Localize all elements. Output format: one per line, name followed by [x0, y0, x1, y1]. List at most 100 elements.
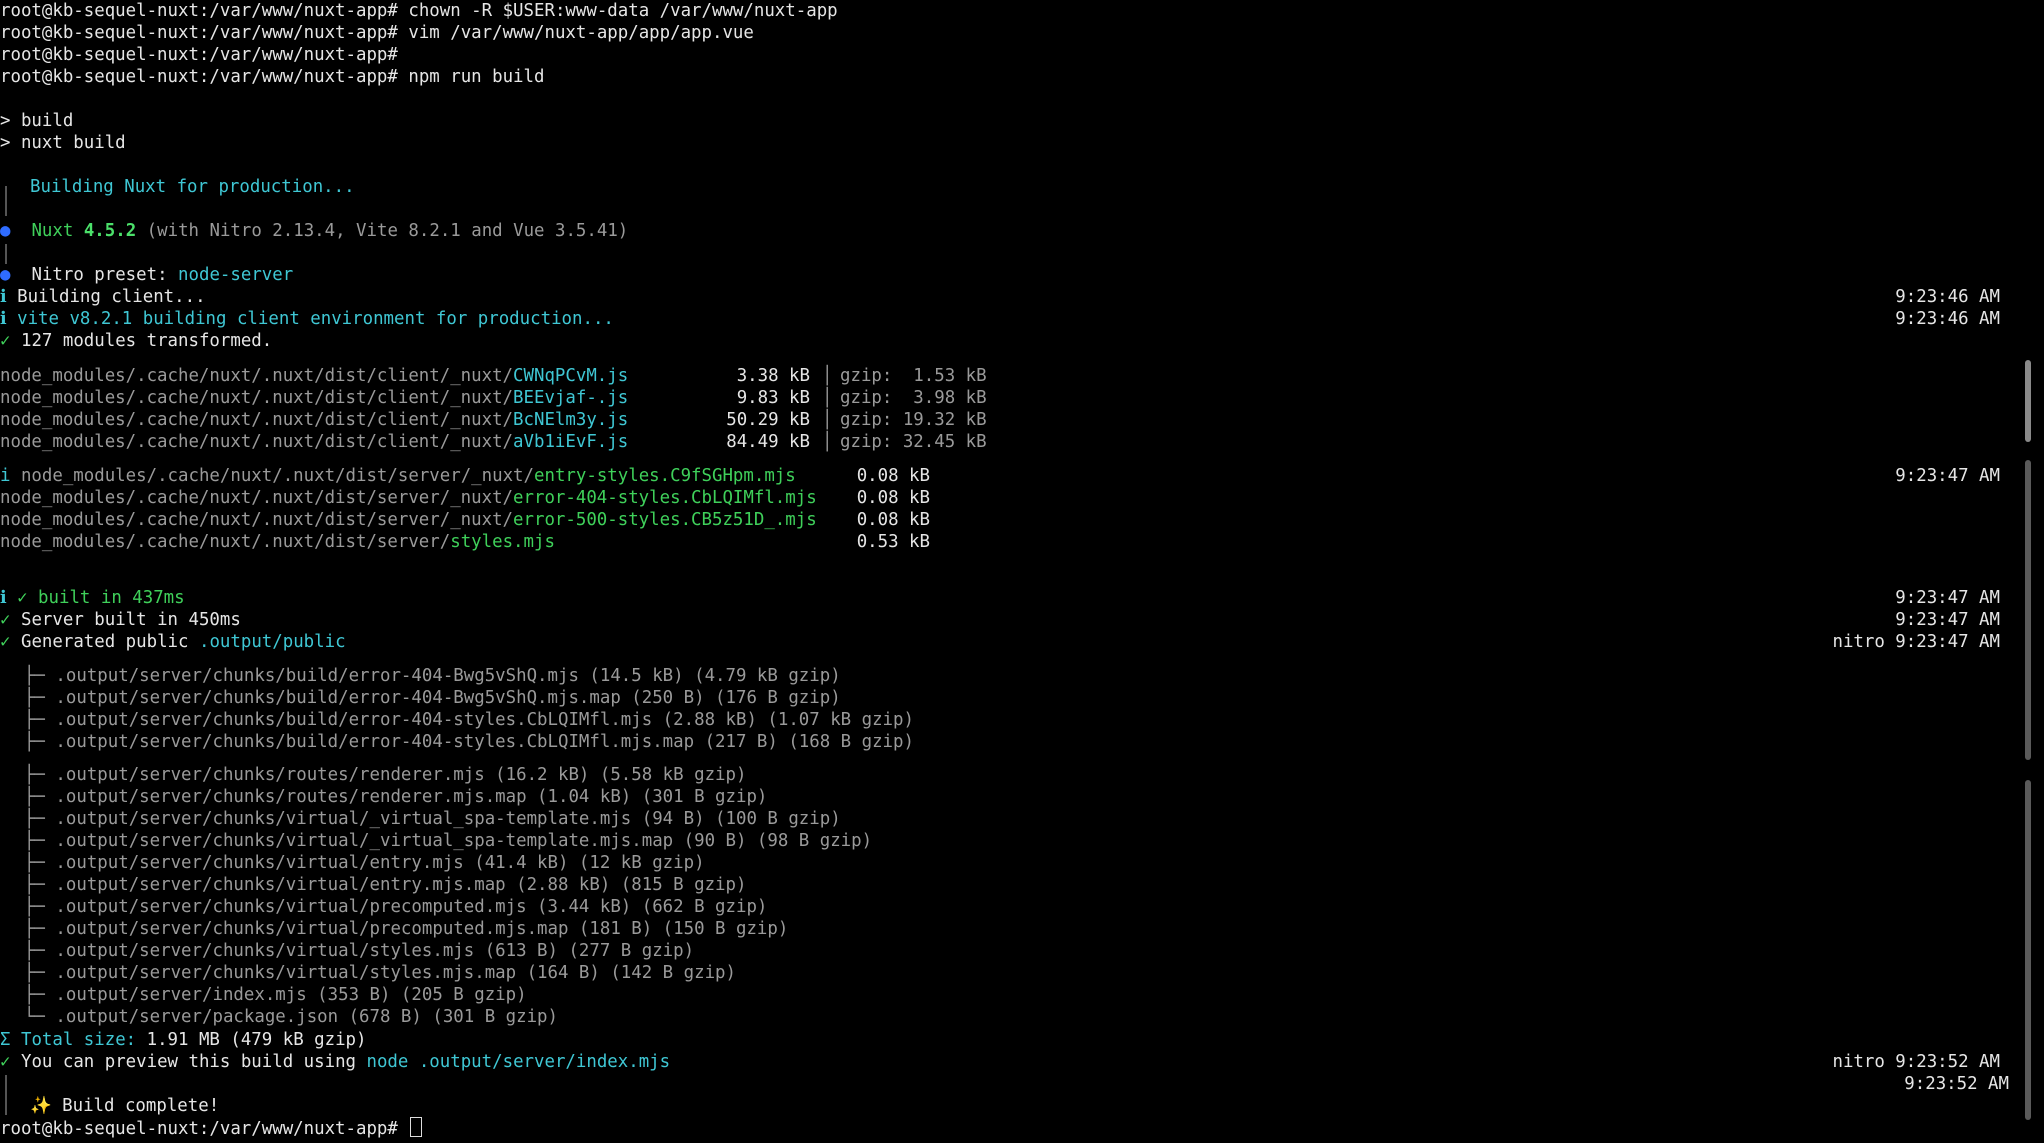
output-file-row: ├─ .output/server/chunks/build/error-404…	[24, 732, 914, 752]
prompt: root@kb-sequel-nuxt:/var/www/nuxt-app#	[0, 1119, 398, 1139]
gzip-size: gzip: 32.45 kB	[840, 432, 987, 452]
output-file-row: ├─ .output/server/chunks/virtual/precomp…	[24, 897, 768, 917]
tree-branch: ├─	[24, 809, 56, 829]
column-separator: │	[822, 432, 833, 452]
command-text: chown -R $USER:www-data /var/www/nuxt-ap…	[408, 1, 838, 21]
terminal-window[interactable]: root@kb-sequel-nuxt:/var/www/nuxt-app# c…	[0, 0, 2034, 1143]
check-icon: ✓	[0, 632, 11, 652]
server-built-line: ✓ Server built in 450ms	[0, 610, 241, 630]
timestamp: 9:23:47 AM	[1895, 588, 2000, 608]
built-line: ℹ ✓ built in 437ms	[0, 588, 185, 608]
timestamp: nitro 9:23:52 AM	[1832, 1052, 2000, 1072]
file-size: 9.83 kB	[736, 388, 810, 408]
output-file-row: ├─ .output/server/chunks/virtual/precomp…	[24, 919, 789, 939]
gzip-size: gzip: 19.32 kB	[840, 410, 987, 430]
nitro-preset-line: ● Nitro preset: node-server	[0, 265, 294, 285]
output-file-row: └─ .output/server/package.json (678 B) (…	[24, 1007, 558, 1027]
output-file-row: ├─ .output/server/chunks/routes/renderer…	[24, 765, 747, 785]
scrollbar-thumb[interactable]	[2025, 360, 2031, 442]
bullet-icon: ●	[0, 265, 11, 285]
command-line: root@kb-sequel-nuxt:/var/www/nuxt-app# n…	[0, 66, 544, 88]
modules-line: ✓ 127 modules transformed.	[0, 331, 273, 351]
column-separator: │	[822, 366, 833, 386]
tree-branch: ├─	[24, 985, 56, 1005]
sigma-icon: Σ	[0, 1030, 11, 1050]
active-prompt-line[interactable]: root@kb-sequel-nuxt:/var/www/nuxt-app#	[0, 1117, 423, 1139]
output-file-row: ├─ .output/server/chunks/virtual/entry.m…	[24, 875, 747, 895]
gzip-size: gzip: 1.53 kB	[840, 366, 987, 386]
npm-script-line: > build	[0, 111, 74, 131]
generated-line: ✓ Generated public .output/public	[0, 632, 346, 652]
info-icon: ℹ	[0, 287, 7, 307]
tree-branch: ├─	[24, 688, 56, 708]
tree-branch: ├─	[24, 941, 56, 961]
scrollbar-thumb[interactable]	[2025, 460, 2031, 760]
timestamp: 9:23:52 AM	[1904, 1074, 2009, 1094]
tree-branch: ├─	[24, 787, 56, 807]
gzip-size: gzip: 3.98 kB	[840, 388, 987, 408]
vite-line: ℹ vite v8.2.1 building client environmen…	[0, 309, 614, 329]
check-icon: ✓	[0, 331, 11, 351]
output-file-row: ├─ .output/server/chunks/virtual/styles.…	[24, 941, 695, 961]
check-icon: ✓	[0, 610, 11, 630]
info-icon: ℹ	[0, 309, 7, 329]
tree-branch: ├─	[24, 666, 56, 686]
timestamp: 9:23:46 AM	[1895, 309, 2000, 329]
tree-guide	[5, 186, 7, 216]
file-size: 0.53 kB	[856, 532, 930, 552]
prompt: root@kb-sequel-nuxt:/var/www/nuxt-app#	[0, 1, 398, 21]
column-separator: │	[822, 410, 833, 430]
output-file-row: ├─ .output/server/index.mjs (353 B) (205…	[24, 985, 527, 1005]
timestamp: nitro 9:23:47 AM	[1832, 632, 2000, 652]
timestamp: 9:23:47 AM	[1895, 610, 2000, 630]
tree-branch: └─	[24, 1007, 56, 1027]
tree-branch: ├─	[24, 963, 56, 983]
command-line: root@kb-sequel-nuxt:/var/www/nuxt-app#	[0, 44, 408, 66]
file-size: 0.08 kB	[856, 488, 930, 508]
output-file-row: ├─ .output/server/chunks/virtual/entry.m…	[24, 853, 705, 873]
tree-guide	[5, 244, 7, 264]
nuxt-version-line: ● Nuxt 4.5.2 (with Nitro 2.13.4, Vite 8.…	[0, 221, 629, 241]
output-file-row: ├─ .output/server/chunks/routes/renderer…	[24, 787, 768, 807]
output-file-row: ├─ .output/server/chunks/build/error-404…	[24, 688, 841, 708]
command-text: vim /var/www/nuxt-app/app/app.vue	[408, 23, 754, 43]
output-file-row: ├─ .output/server/chunks/virtual/styles.…	[24, 963, 736, 983]
timestamp: 9:23:46 AM	[1895, 287, 2000, 307]
tree-branch: ├─	[24, 897, 56, 917]
file-size: 50.29 kB	[726, 410, 810, 430]
info-icon: ℹ	[0, 588, 7, 608]
scrollbar-thumb[interactable]	[2025, 780, 2031, 1120]
build-complete-text: ✨ Build complete!	[30, 1096, 220, 1116]
output-file-row: ├─ .output/server/chunks/virtual/_virtua…	[24, 809, 841, 829]
command-line: root@kb-sequel-nuxt:/var/www/nuxt-app# c…	[0, 0, 838, 22]
building-nuxt-text: Building Nuxt for production...	[30, 177, 355, 197]
tree-branch: ├─	[24, 765, 56, 785]
preview-line: ✓ You can preview this build using node …	[0, 1052, 671, 1072]
tree-branch: ├─	[24, 853, 56, 873]
output-file-row: ├─ .output/server/chunks/virtual/_virtua…	[24, 831, 873, 851]
tree-guide	[5, 1075, 7, 1115]
tree-branch: ├─	[24, 875, 56, 895]
output-file-row: ├─ .output/server/chunks/build/error-404…	[24, 710, 914, 730]
tree-branch: ├─	[24, 732, 56, 752]
tree-branch: ├─	[24, 831, 56, 851]
output-file-row: ├─ .output/server/chunks/build/error-404…	[24, 666, 841, 686]
command-line: root@kb-sequel-nuxt:/var/www/nuxt-app# v…	[0, 22, 754, 44]
total-size-line: Σ Total size: 1.91 MB (479 kB gzip)	[0, 1030, 367, 1050]
prompt: root@kb-sequel-nuxt:/var/www/nuxt-app#	[0, 23, 398, 43]
npm-script-line: > nuxt build	[0, 133, 126, 153]
file-size: 0.08 kB	[856, 510, 930, 530]
command-text: npm run build	[408, 67, 545, 87]
building-client-line: ℹ Building client...	[0, 287, 206, 307]
file-size: 3.38 kB	[736, 366, 810, 386]
check-icon: ✓	[0, 1052, 11, 1072]
column-separator: │	[822, 388, 833, 408]
file-size: 0.08 kB	[856, 466, 930, 486]
cursor	[410, 1117, 423, 1137]
file-size: 84.49 kB	[726, 432, 810, 452]
tree-branch: ├─	[24, 710, 56, 730]
bullet-icon: ●	[0, 221, 11, 241]
prompt: root@kb-sequel-nuxt:/var/www/nuxt-app#	[0, 67, 398, 87]
timestamp: 9:23:47 AM	[1895, 466, 2000, 486]
prompt: root@kb-sequel-nuxt:/var/www/nuxt-app#	[0, 45, 398, 65]
